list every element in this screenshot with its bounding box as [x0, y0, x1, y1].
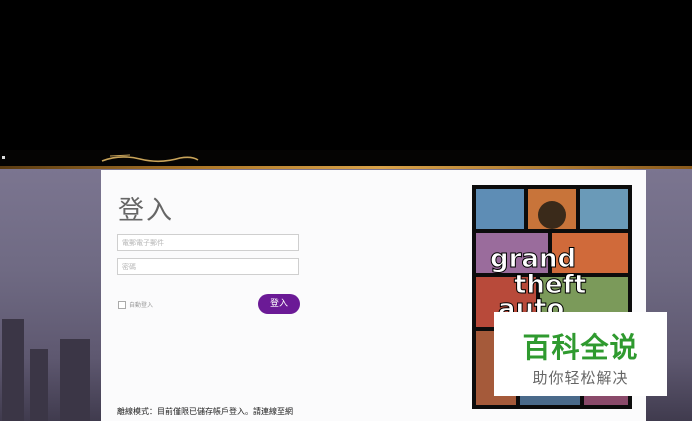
- remember-checkbox[interactable]: [118, 300, 126, 309]
- email-placeholder: 電郵電子郵件: [122, 239, 164, 247]
- login-button[interactable]: 登入: [258, 294, 300, 314]
- watermark-main: 百科全说: [522, 331, 639, 364]
- offline-info-text: 離線模式：目前僅限已儲存帳戶登入。請連線至網: [117, 407, 293, 416]
- password-placeholder: 密碼: [122, 263, 136, 271]
- email-field[interactable]: 電郵電子郵件: [117, 234, 299, 251]
- remember-me[interactable]: 自動登入: [118, 300, 153, 309]
- remember-label: 自動登入: [129, 302, 154, 309]
- watermark-sub: 助你轻松解决: [532, 369, 629, 387]
- password-field[interactable]: 密碼: [117, 258, 299, 275]
- page-title: 登入: [118, 196, 175, 226]
- watermark-badge: 百科全说 助你轻松解决: [494, 312, 667, 396]
- black-letterbox: [0, 0, 692, 167]
- cursor-icon: [2, 156, 5, 159]
- launcher-logo-icon: [101, 154, 199, 163]
